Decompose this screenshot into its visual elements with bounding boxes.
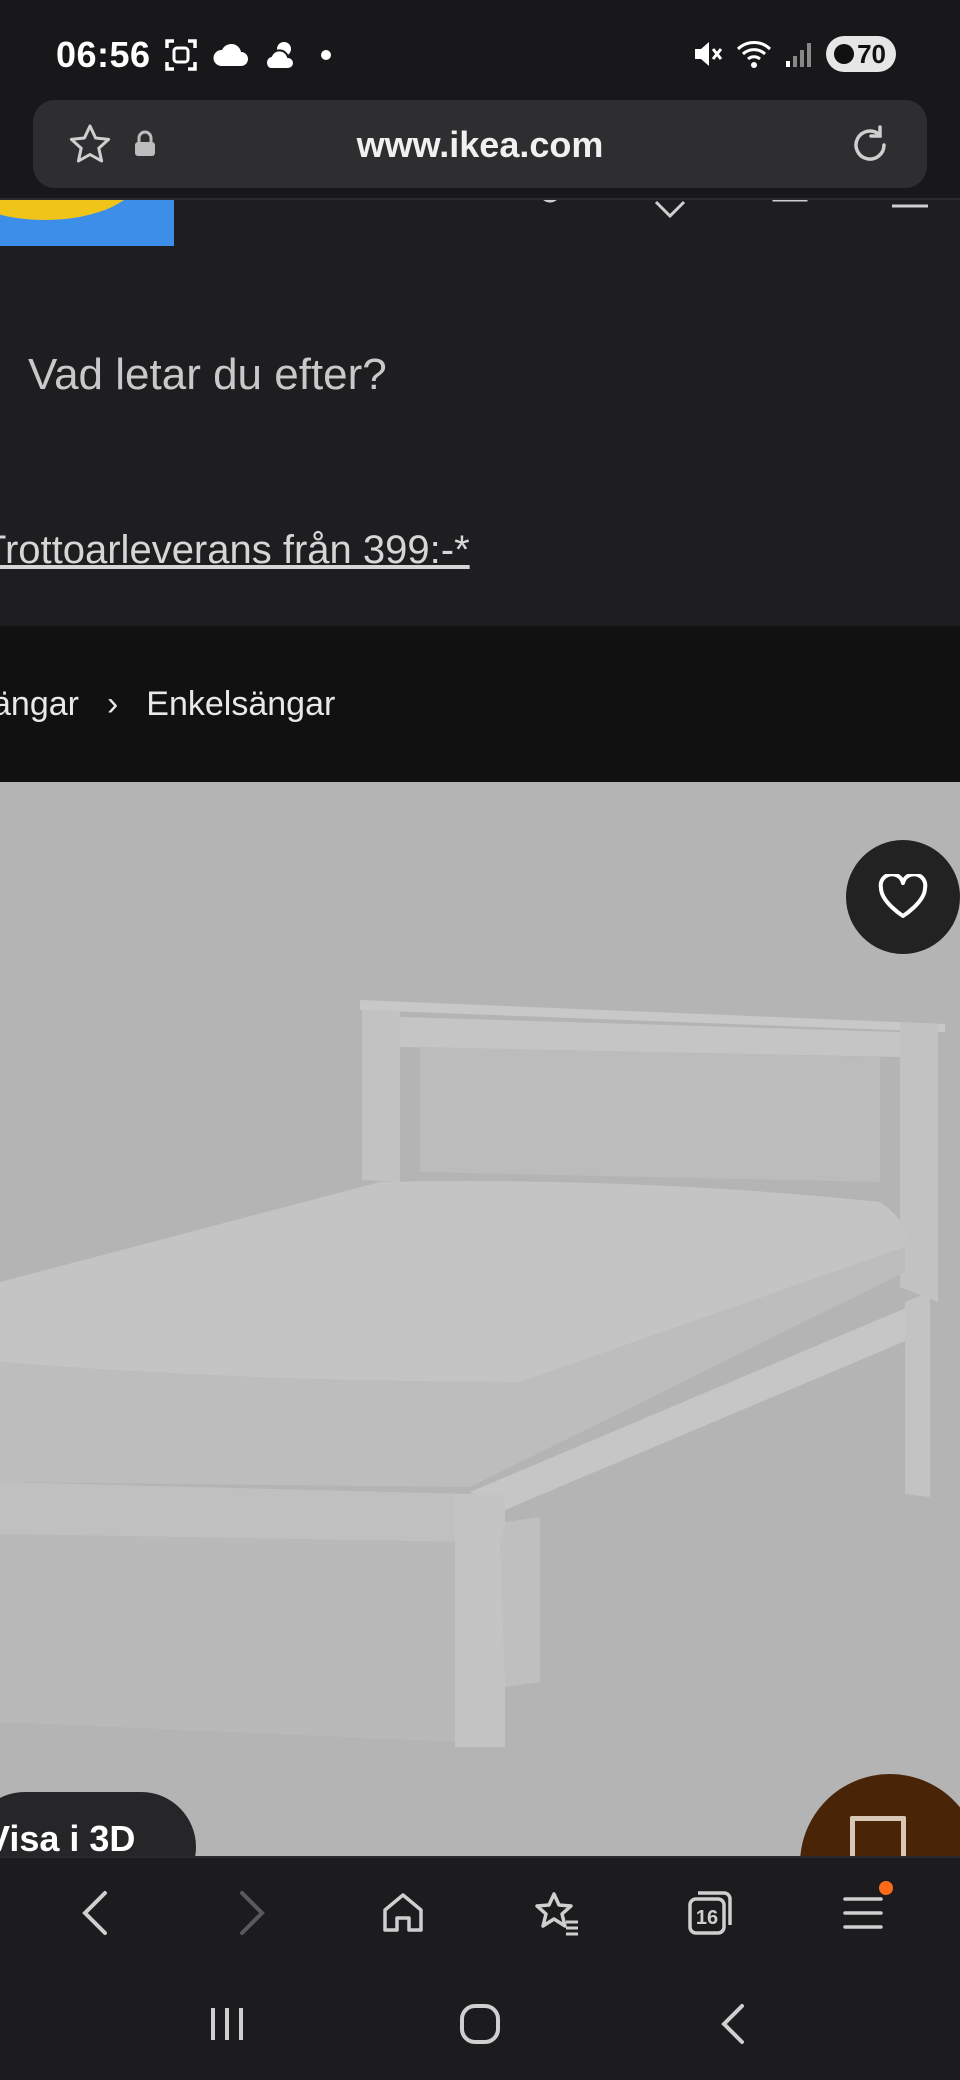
- heart-icon: [878, 874, 928, 918]
- system-back-button[interactable]: [693, 1984, 773, 2064]
- menu-icon: [843, 1897, 884, 1929]
- forward-icon: [239, 1891, 265, 1935]
- tabs-icon: 16: [688, 1891, 732, 1935]
- back-button[interactable]: [57, 1873, 137, 1953]
- browser-toolbar: www.ikea.com: [0, 100, 960, 200]
- user-icon[interactable]: [530, 200, 570, 220]
- home-icon: [459, 2004, 500, 2044]
- favorite-button[interactable]: [846, 840, 960, 954]
- view-in-3d-button[interactable]: Visa i 3D: [0, 1792, 196, 1856]
- menu-icon[interactable]: [890, 200, 930, 220]
- url-text[interactable]: www.ikea.com: [33, 124, 927, 166]
- mute-icon: [695, 42, 723, 66]
- home-button[interactable]: [363, 1873, 443, 1953]
- system-nav-bar: [0, 1968, 960, 2080]
- tabs-count: 16: [696, 1907, 718, 1929]
- status-time: 06:56: [56, 34, 151, 75]
- home-icon: [383, 1893, 424, 1932]
- wifi-icon: [736, 41, 772, 68]
- tabs-button[interactable]: 16: [670, 1873, 750, 1953]
- back-icon: [81, 1891, 107, 1935]
- bookmarks-button[interactable]: [517, 1873, 597, 1953]
- view-in-3d-label: Visa i 3D: [0, 1818, 136, 1856]
- site-header: Vad letar du efter? Trottoarleverans frå…: [0, 200, 960, 626]
- reload-icon[interactable]: [847, 122, 893, 168]
- header-icons: [530, 200, 930, 220]
- address-bar[interactable]: www.ikea.com: [33, 100, 927, 188]
- status-right-icons: 70: [692, 36, 896, 72]
- battery-level: 70: [857, 38, 886, 69]
- back-icon: [721, 2004, 745, 2044]
- signal-icon: [786, 43, 811, 67]
- ikea-logo[interactable]: [0, 200, 174, 246]
- search-input[interactable]: Vad letar du efter?: [28, 350, 387, 400]
- recents-icon: [210, 2008, 243, 2040]
- notification-dot: [879, 1881, 894, 1895]
- cloud-icon: [213, 43, 248, 66]
- breadcrumb-chevron-icon: ›: [106, 684, 119, 723]
- recents-button[interactable]: [187, 1984, 267, 2064]
- bag-icon[interactable]: [770, 200, 810, 220]
- battery-saver-icon: [834, 44, 854, 64]
- breadcrumb: ängar › Enkelsängar: [0, 626, 960, 782]
- dot-icon: [321, 50, 331, 60]
- heart-icon[interactable]: [650, 200, 690, 220]
- status-bar: 06:56 70: [0, 0, 960, 100]
- system-home-button[interactable]: [440, 1984, 520, 2064]
- breadcrumb-item-single-beds[interactable]: Enkelsängar: [146, 685, 335, 724]
- status-left-icons: [164, 38, 338, 72]
- delivery-promo-link[interactable]: Trottoarleverans från 399:-*: [0, 528, 470, 573]
- partly-cloudy-icon: [265, 42, 295, 70]
- bookmarks-icon: [534, 1892, 578, 1936]
- product-image[interactable]: Visa i 3D: [0, 782, 960, 1856]
- screenshot-icon: [165, 39, 197, 71]
- cart-icon: [850, 1816, 906, 1856]
- breadcrumb-item-beds[interactable]: ängar: [0, 685, 79, 724]
- bed-image: [0, 1000, 945, 1747]
- browser-menu-button[interactable]: [823, 1873, 903, 1953]
- forward-button[interactable]: [210, 1873, 290, 1953]
- browser-bottom-nav: 16: [0, 1856, 960, 1968]
- battery-icon: 70: [826, 36, 896, 72]
